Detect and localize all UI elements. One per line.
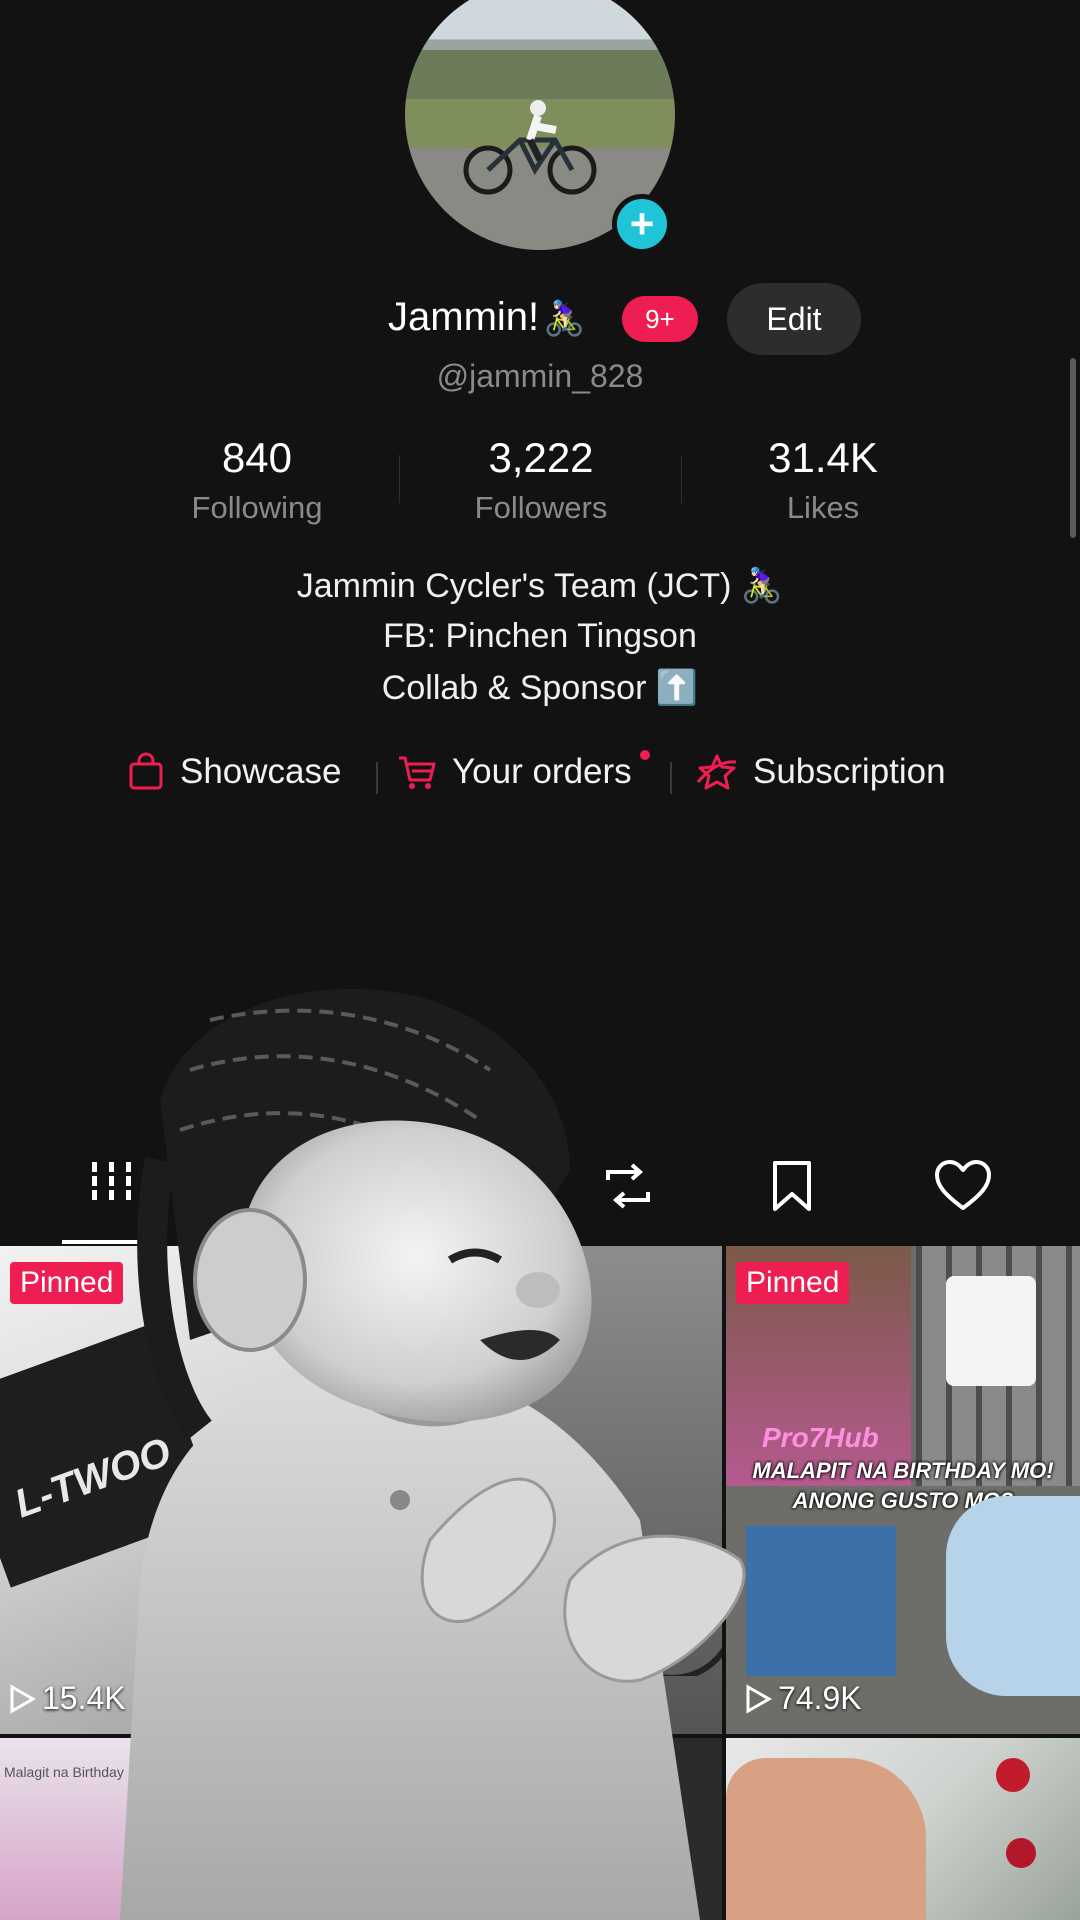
tab-liked[interactable] bbox=[934, 1160, 992, 1219]
orders-notification-dot bbox=[640, 750, 650, 760]
ornament-image bbox=[996, 1758, 1030, 1792]
bio-line-3: Collab & Sponsor ⬆️ bbox=[381, 669, 699, 707]
stat-divider bbox=[399, 455, 400, 503]
stat-following[interactable]: 840 Following bbox=[117, 434, 397, 526]
following-count: 840 bbox=[221, 434, 293, 481]
stat-followers[interactable]: 3,222 Followers bbox=[401, 434, 681, 526]
link-divider bbox=[376, 762, 378, 794]
subscription-star-icon bbox=[696, 754, 737, 790]
bio-line-2: FB: Pinchen Tingson bbox=[383, 617, 697, 655]
link-divider bbox=[670, 762, 672, 794]
cyclist-emoji: 🚴🏻‍♀️ bbox=[543, 300, 586, 338]
bio-line-1: Jammin Cycler's Team (JCT) 🚴🏻‍♀️ bbox=[296, 567, 784, 605]
stat-likes[interactable]: 31.4K Likes bbox=[683, 434, 963, 526]
followers-label: Followers bbox=[474, 490, 608, 525]
jerseys-image bbox=[916, 1246, 1080, 1486]
baby-photo-overlay bbox=[120, 988, 746, 1920]
scrollbar[interactable] bbox=[1070, 358, 1076, 538]
shopping-bag-icon bbox=[129, 752, 163, 790]
helmet-image bbox=[946, 1496, 1080, 1696]
stat-divider bbox=[681, 455, 682, 503]
shopping-cart-icon bbox=[399, 756, 436, 789]
username-handle: @jammin_828 bbox=[436, 358, 644, 394]
likes-count: 31.4K bbox=[768, 434, 878, 481]
subscription-link[interactable]: Subscription bbox=[695, 752, 946, 792]
edit-profile-button[interactable]: Edit bbox=[727, 283, 861, 355]
display-name: Jammin! bbox=[388, 295, 540, 339]
ornament-image bbox=[1006, 1838, 1036, 1868]
likes-label: Likes bbox=[786, 490, 860, 525]
notification-badge[interactable]: 9+ bbox=[622, 296, 698, 342]
display-name-row: Jammin! 🚴🏻‍♀️ bbox=[388, 295, 585, 340]
your-orders-link[interactable]: Your orders bbox=[396, 752, 632, 792]
following-label: Following bbox=[191, 490, 323, 525]
showcase-label: Showcase bbox=[180, 752, 342, 791]
play-icon bbox=[10, 1683, 36, 1714]
add-avatar-button[interactable]: + bbox=[612, 194, 672, 254]
heart-icon bbox=[935, 1160, 991, 1210]
your-orders-label: Your orders bbox=[452, 752, 632, 791]
followers-count: 3,222 bbox=[488, 434, 594, 481]
showcase-link[interactable]: Showcase bbox=[126, 752, 341, 792]
subscription-label: Subscription bbox=[753, 752, 946, 791]
cyclist-photo bbox=[463, 100, 597, 195]
